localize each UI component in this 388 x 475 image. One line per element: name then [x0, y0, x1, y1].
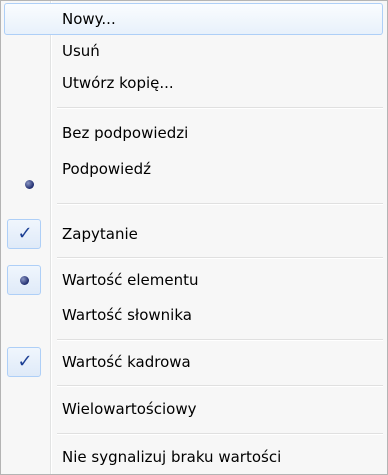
menu-separator — [57, 257, 383, 259]
menu-item-wartosc-elementu[interactable]: Wartość elementu — [4, 264, 383, 296]
menu-item-utworz-kopie[interactable]: Utwórz kopię... — [4, 67, 383, 99]
menu-item-wartosc-slownika[interactable]: Wartość słownika — [4, 299, 383, 331]
context-menu: Nowy... Usuń Utwórz kopię... Bez podpowi… — [0, 0, 388, 475]
menu-item-label: Bez podpowiedzi — [62, 124, 189, 142]
menu-item-podpowiedz[interactable]: Podpowiedź — [4, 153, 383, 185]
menu-item-label: Wartość elementu — [62, 271, 199, 289]
menu-item-label: Zapytanie — [62, 225, 138, 243]
menu-item-label: Usuń — [62, 42, 100, 60]
menu-item-wartosc-kadrowa[interactable]: Wartość kadrowa — [4, 346, 383, 378]
menu-item-label: Utwórz kopię... — [62, 74, 174, 92]
menu-item-label: Podpowiedź — [62, 160, 151, 178]
menu-item-nowy[interactable]: Nowy... — [4, 3, 383, 35]
menu-item-label: Wartość słownika — [62, 306, 192, 324]
menu-item-bez-podpowiedzi[interactable]: Bez podpowiedzi — [4, 117, 383, 149]
menu-item-nie-sygnalizuj-braku-wartosci[interactable]: Nie sygnalizuj braku wartości — [4, 441, 383, 473]
menu-separator — [57, 339, 383, 341]
menu-item-label: Wielowartościowy — [62, 400, 197, 418]
menu-item-usun[interactable]: Usuń — [4, 35, 383, 67]
menu-item-label: Wartość kadrowa — [62, 353, 191, 371]
menu-separator — [57, 107, 383, 109]
menu-item-zapytanie[interactable]: Zapytanie — [4, 218, 383, 250]
menu-item-label: Nie sygnalizuj braku wartości — [62, 448, 282, 466]
menu-separator — [57, 203, 383, 205]
menu-item-wielowartosciowy[interactable]: Wielowartościowy — [4, 393, 383, 425]
menu-item-label: Nowy... — [62, 10, 116, 28]
radio-bullet-icon — [25, 180, 34, 189]
menu-separator — [57, 385, 383, 387]
menu-separator — [57, 433, 383, 435]
